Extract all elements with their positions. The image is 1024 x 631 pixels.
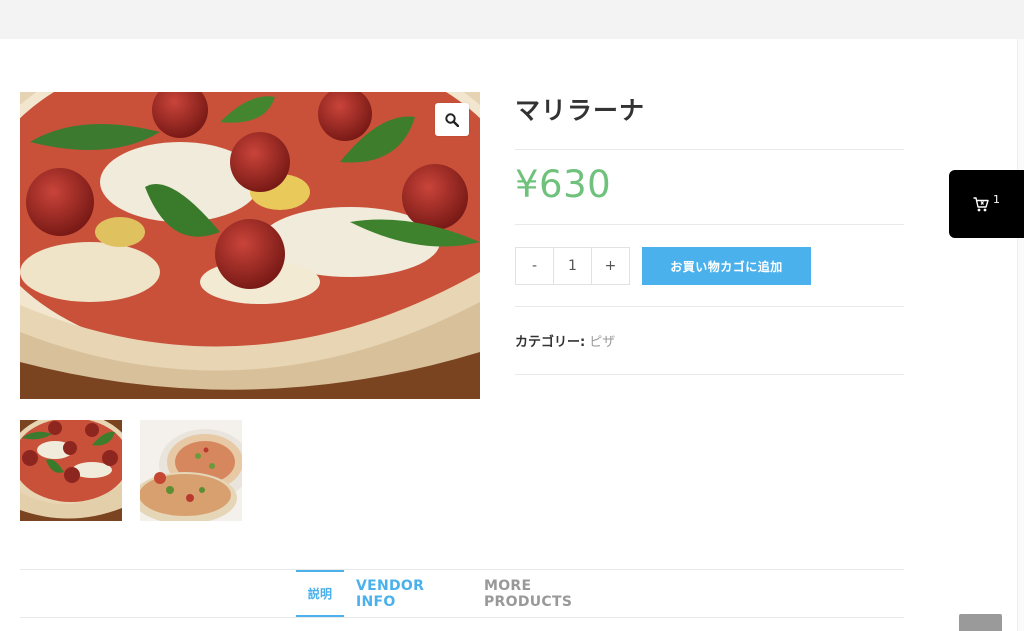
tabs-divider bbox=[20, 617, 904, 618]
divider bbox=[515, 306, 904, 307]
quantity-stepper[interactable]: - 1 + bbox=[515, 247, 630, 285]
top-bar bbox=[0, 0, 1024, 39]
cart-count-badge: 1 bbox=[993, 192, 1000, 206]
gallery-thumbnail-1[interactable] bbox=[20, 420, 122, 521]
product-main-image[interactable] bbox=[20, 92, 480, 399]
product-price: ¥630 bbox=[515, 163, 612, 206]
divider bbox=[515, 374, 904, 375]
quantity-input[interactable]: 1 bbox=[554, 248, 591, 284]
product-title: マリラーナ bbox=[515, 96, 646, 125]
quantity-increase-button[interactable]: + bbox=[591, 248, 629, 284]
cart-icon bbox=[973, 196, 989, 211]
zoom-button[interactable] bbox=[435, 103, 469, 136]
tab-more-products[interactable]: MORE PRODUCTS bbox=[484, 570, 622, 617]
category-link[interactable]: ピザ bbox=[589, 335, 615, 350]
tab-description[interactable]: 説明 bbox=[296, 570, 344, 617]
divider bbox=[515, 149, 904, 150]
quantity-decrease-button[interactable]: - bbox=[516, 248, 554, 284]
tab-vendor-info[interactable]: VENDOR INFO bbox=[356, 570, 464, 617]
category-label: カテゴリー: bbox=[515, 335, 586, 350]
scroll-to-top-button[interactable] bbox=[959, 614, 1002, 631]
scrollbar-track[interactable] bbox=[1017, 39, 1024, 631]
gallery-thumbnail-2[interactable] bbox=[140, 420, 242, 521]
magnifier-icon bbox=[445, 112, 459, 127]
floating-cart-button[interactable]: 1 bbox=[949, 170, 1024, 238]
add-to-cart-button[interactable]: お買い物カゴに追加 bbox=[642, 247, 811, 285]
divider bbox=[515, 224, 904, 225]
product-category: カテゴリー: ピザ bbox=[515, 331, 615, 350]
